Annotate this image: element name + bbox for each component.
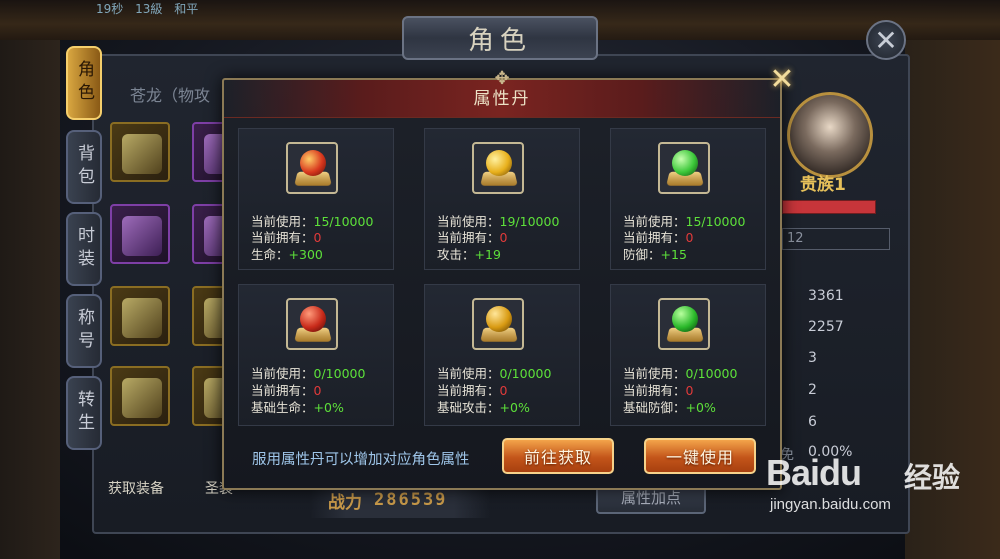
character-window-title: 角色 [402,16,598,60]
baidu-logo: Baidu [766,452,862,493]
power-value: 286539 [374,490,448,510]
pill-attribute: 攻击：+19 [437,247,501,262]
tab-rebirth[interactable]: 转生 [66,376,102,450]
left-scenery [0,40,60,559]
dialog-title: 属性丹 [473,89,531,109]
pill-card-5: 当前使用：0/10000 当前拥有：0 基础攻击：+0% [424,284,580,426]
helmet-icon [122,134,162,174]
pill-ball [486,306,512,332]
acquire-equipment-button[interactable]: 获取装备 [108,478,164,498]
use-all-button[interactable]: 一键使用 [644,438,756,474]
watermark: Baidu 经验 jingyan.baidu.com [756,452,996,513]
tab-bag[interactable]: 背包 [66,130,102,204]
stat-value-4: 2 [808,382,817,398]
level-box: 12 [782,228,890,250]
stat-value-5: 6 [808,414,817,430]
weapon-icon [122,378,162,418]
green-orb-pill-icon[interactable] [658,298,710,350]
pill-attribute: 基础生命：+0% [251,400,344,415]
watermark-url: jingyan.baidu.com [770,496,891,513]
close-icon[interactable]: ✕ [866,20,906,60]
equip-slot-armor[interactable] [110,204,170,264]
sparkle-close-icon[interactable]: ✕ [768,65,796,95]
pill-attribute: 生命：+300 [251,247,323,262]
hint-text: 服用属性丹可以增加对应角色属性 [252,452,470,468]
gold-orb-pill-icon[interactable] [472,298,524,350]
gold-swirl-pill-icon[interactable] [472,142,524,194]
stat-value-3: 3 [808,350,817,366]
hp-bar [782,200,876,214]
watermark-cn: 经验 [904,461,961,494]
pill-attribute: 基础防御：+0% [623,400,716,415]
red-orb-pill-icon[interactable] [286,298,338,350]
pill-ball [486,150,512,176]
pill-ball [672,150,698,176]
pill-attribute: 防御：+15 [623,247,687,262]
hud-text-3: 和平 [174,2,199,16]
pill-card-1: 当前使用：15/10000 当前拥有：0 生命：+300 [238,128,394,270]
pill-ball [300,306,326,332]
stat-value-2: 2257 [808,319,844,335]
character-class-label: 苍龙（物攻 [130,86,211,105]
pill-ball [300,150,326,176]
armor-icon [122,216,162,256]
top-hud-text: 19秒 13級 和平 [90,0,240,18]
power-label: 战力 [328,492,362,513]
hud-text-1: 19秒 [96,2,124,16]
pill-card-2: 当前使用：19/10000 当前拥有：0 攻击：+19 [424,128,580,270]
equip-slot-weapon[interactable] [110,366,170,426]
pill-card-3: 当前使用：15/10000 当前拥有：0 防御：+15 [610,128,766,270]
equip-slot-helmet[interactable] [110,122,170,182]
gloves-icon [122,298,162,338]
pill-ball [672,306,698,332]
avatar[interactable] [787,92,873,178]
tab-fashion[interactable]: 时装 [66,212,102,286]
pill-card-4: 当前使用：0/10000 当前拥有：0 基础生命：+0% [238,284,394,426]
green-swirl-pill-icon[interactable] [658,142,710,194]
pill-attribute: 基础攻击：+0% [437,400,530,415]
noble-rank-label: 贵族1 [800,175,846,195]
pill-card-6: 当前使用：0/10000 当前拥有：0 基础防御：+0% [610,284,766,426]
tab-character[interactable]: 角色 [66,46,102,120]
attribute-pill-dialog: ✥ 属性丹 ✕ 当前使用：15/10000 当前拥有：0 生命：+300 当前使… [222,65,795,490]
hud-text-2: 13級 [135,2,163,16]
stat-value-1: 3361 [808,288,844,304]
red-swirl-pill-icon[interactable] [286,142,338,194]
equip-slot-gloves[interactable] [110,286,170,346]
tab-title[interactable]: 称号 [66,294,102,368]
go-get-button[interactable]: 前往获取 [502,438,614,474]
